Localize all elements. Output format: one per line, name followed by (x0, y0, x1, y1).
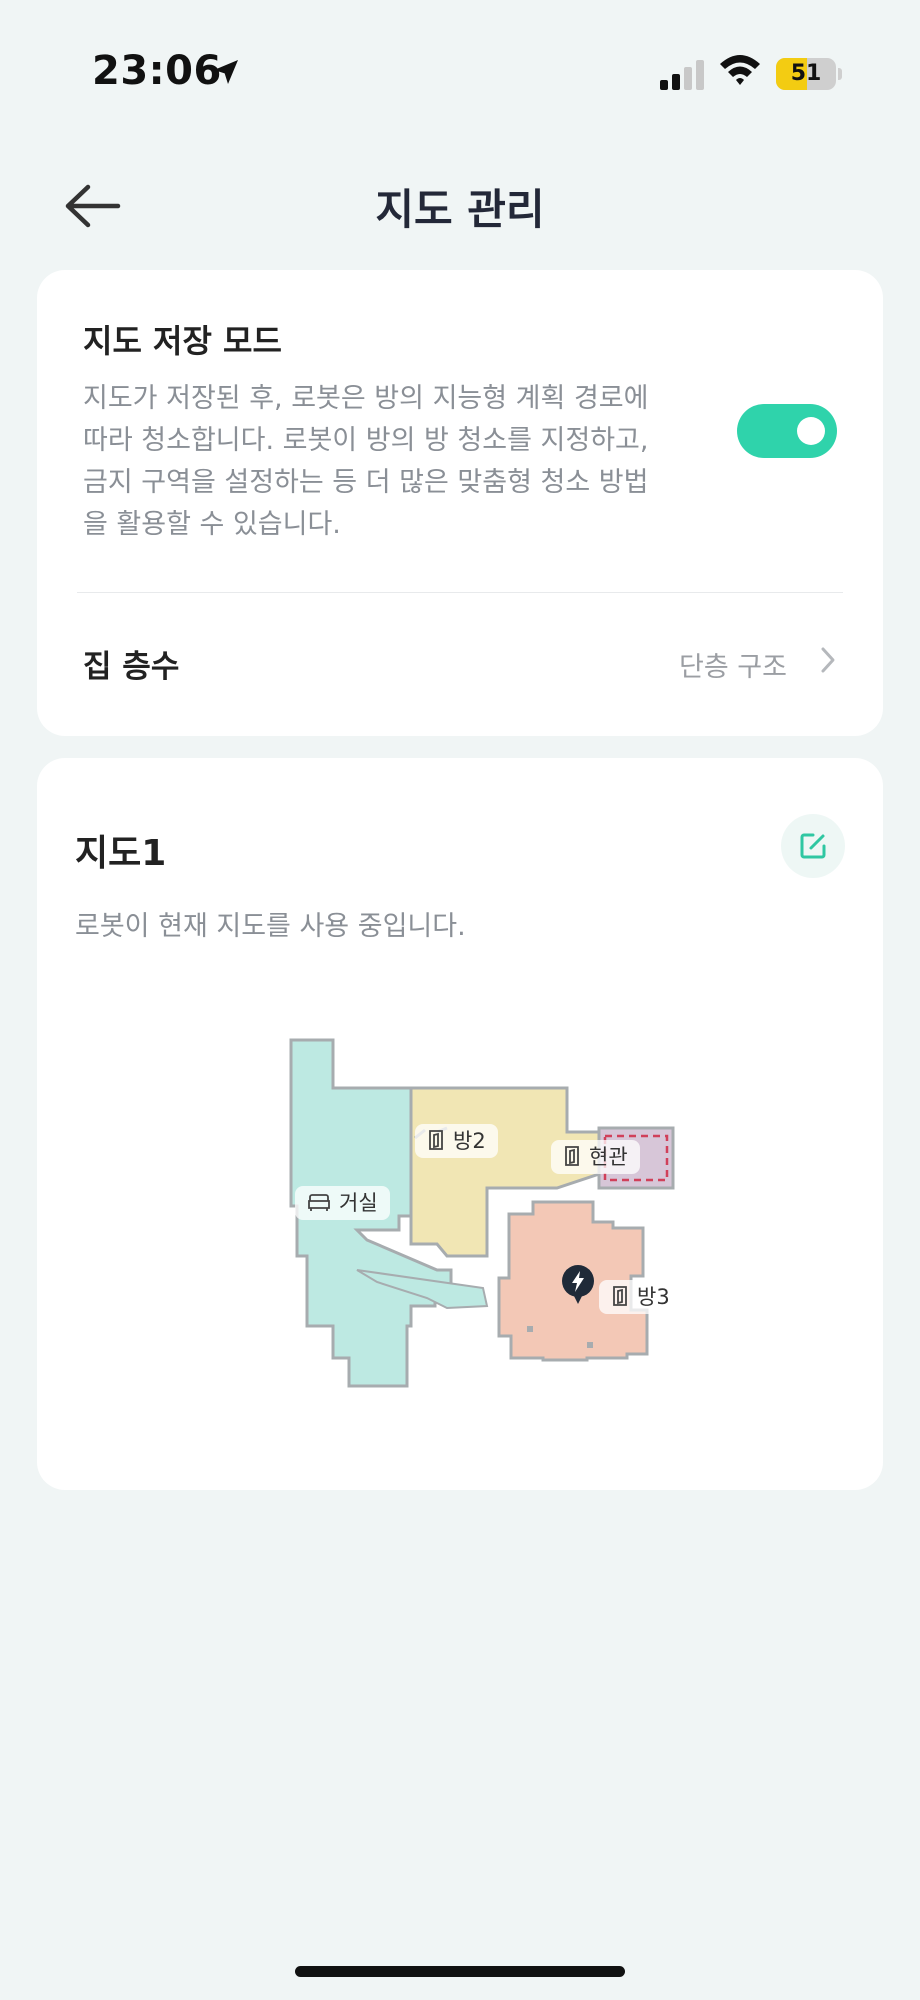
wifi-icon (720, 55, 760, 85)
floor-map[interactable]: 거실 방2 현관 방3 (287, 1026, 767, 1406)
page-title: 지도 관리 (375, 185, 545, 234)
chevron-right-icon (821, 647, 835, 673)
room-label-living[interactable]: 거실 (295, 1186, 390, 1220)
save-mode-description: 지도가 저장된 후, 로봇은 방의 지능형 계획 경로에 따라 청소합니다. 로… (83, 383, 649, 540)
floor-value: 단층 구조 (679, 652, 787, 683)
room-label-3[interactable]: 방3 (599, 1280, 682, 1314)
room-name-3: 방3 (637, 1285, 670, 1309)
floor-setting-row[interactable]: 집 층수 단층 구조 (37, 593, 883, 736)
home-indicator[interactable] (295, 1966, 625, 1977)
status-bar: 23:06 51 (0, 0, 920, 150)
sofa-icon (308, 1194, 330, 1211)
map-title: 지도1 (75, 833, 167, 874)
location-arrow-icon (214, 60, 238, 84)
room-label-2[interactable]: 방2 (415, 1124, 498, 1158)
save-mode-title: 지도 저장 모드 (83, 322, 282, 360)
door-icon (565, 1146, 579, 1166)
door-icon (613, 1286, 627, 1306)
room-name-2: 방2 (453, 1129, 486, 1153)
status-time: 23:06 (92, 48, 222, 94)
save-mode-toggle[interactable] (737, 404, 837, 458)
edit-icon (800, 833, 826, 859)
room-name-entrance: 현관 (589, 1145, 628, 1169)
cellular-signal-icon (660, 60, 704, 90)
floor-label: 집 층수 (83, 649, 180, 685)
battery-level: 51 (790, 61, 822, 86)
battery-indicator: 51 (776, 58, 842, 90)
toggle-knob (797, 417, 825, 445)
map-status-text: 로봇이 현재 지도를 사용 중입니다. (75, 911, 466, 942)
edit-map-button[interactable] (781, 814, 845, 878)
door-icon (429, 1130, 443, 1150)
map-settings-card: 지도 저장 모드 지도가 저장된 후, 로봇은 방의 지능형 계획 경로에 따라… (37, 270, 883, 736)
robot-position-marker[interactable] (561, 1264, 595, 1306)
map-card: 지도1 로봇이 현재 지도를 사용 중입니다. 거실 방2 현관 방3 (37, 758, 883, 1490)
room-label-entrance[interactable]: 현관 (551, 1140, 640, 1174)
room-name-living: 거실 (339, 1191, 378, 1215)
